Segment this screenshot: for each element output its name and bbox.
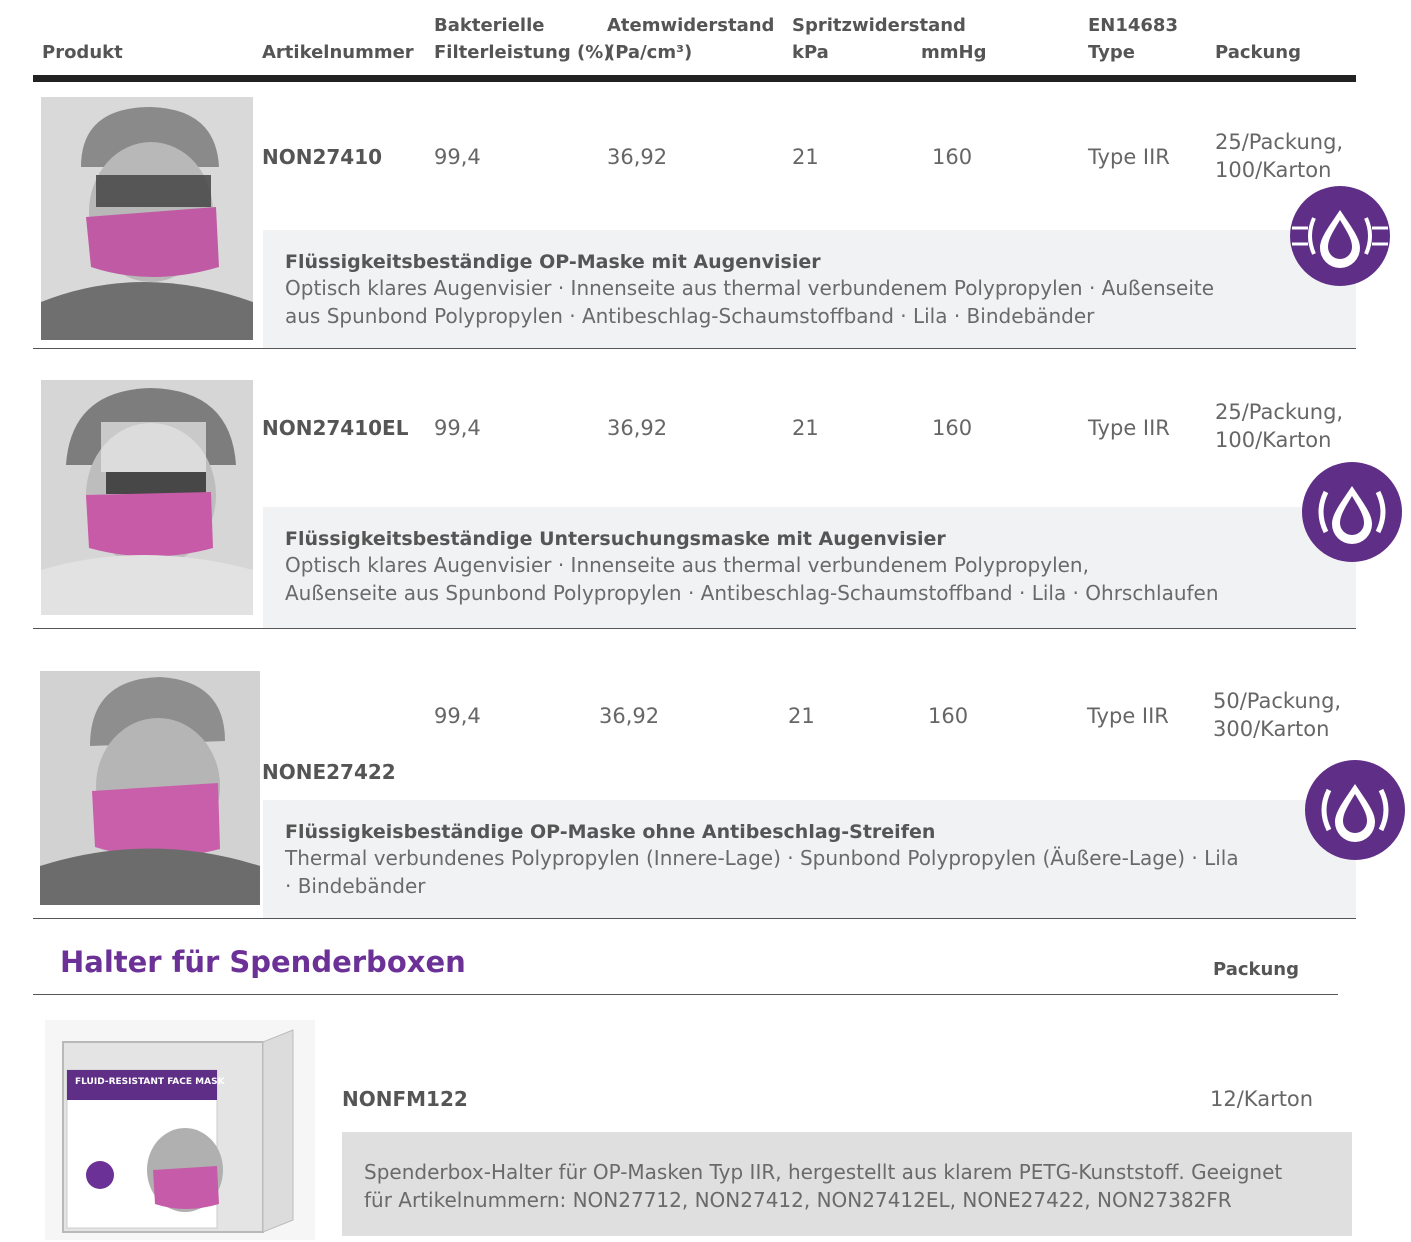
header-en-line2: Type [1088, 42, 1135, 63]
pack-line1: 25/Packung, [1215, 400, 1344, 424]
product-title: Flüssigkeisbeständige OP-Maske ohne Anti… [285, 821, 936, 843]
fluid-resistant-icon [1290, 186, 1390, 286]
pack-value-holder: 12/Karton [1210, 1087, 1314, 1111]
desc-panel-none27422: Flüssigkeisbeständige OP-Maske ohne Anti… [263, 800, 1356, 918]
fluid-resistant-icon [1305, 760, 1405, 860]
bfe-value: 99,4 [434, 416, 481, 440]
pack-line2: 100/Karton [1215, 428, 1332, 452]
kpa-value: 21 [792, 145, 819, 169]
header-produkt: Produkt [42, 42, 123, 63]
header-en14683: EN14683 Type [1088, 15, 1178, 64]
mmhg-value: 160 [932, 145, 973, 169]
kpa-value: 21 [788, 704, 815, 728]
artikel-non27410: NON27410 [262, 145, 383, 169]
artikel-nonfm122: NONFM122 [342, 1087, 468, 1111]
pack-value: 25/Packung, 100/Karton [1215, 128, 1343, 184]
pack-line2: 300/Karton [1213, 717, 1330, 741]
dispenser-holder-photo: FLUID-RESISTANT FACE MASK [45, 1020, 315, 1240]
product-desc-line1: Optisch klares Augenvisier · Innenseite … [285, 276, 1215, 300]
mmhg-value: 160 [928, 704, 969, 728]
pack-value: 25/Packung, 100/Karton [1215, 398, 1343, 454]
product-desc-line2: Außenseite aus Spunbond Polypropylen · A… [285, 581, 1219, 605]
header-atem-line2: (Pa/cm³) [607, 42, 693, 63]
row-divider [33, 628, 1356, 629]
mmhg-value: 160 [932, 416, 973, 440]
product-desc-line1: Thermal verbundenes Polypropylen (Innere… [285, 846, 1239, 870]
header-bakterielle: Bakterielle Filterleistung (%) [434, 15, 611, 64]
header-divider [33, 75, 1356, 82]
row-divider [33, 918, 1356, 919]
bfe-value: 99,4 [434, 145, 481, 169]
product-desc-line2: aus Spunbond Polypropylen · Antibeschlag… [285, 304, 1095, 328]
product-title: Flüssigkeitsbeständige Untersuchungsmask… [285, 528, 946, 550]
header-packung: Packung [1215, 42, 1302, 63]
type-value: Type IIR [1088, 416, 1170, 440]
box-label: FLUID-RESISTANT FACE MASK [75, 1077, 225, 1087]
kpa-value: 21 [792, 416, 819, 440]
type-value: Type IIR [1087, 704, 1169, 728]
pack-line1: 25/Packung, [1215, 130, 1344, 154]
row-divider [33, 348, 1356, 349]
product-photo-non27410el [41, 380, 253, 615]
header-bakterielle-line1: Bakterielle [434, 15, 545, 36]
header-kpa: kPa [792, 42, 829, 63]
product-photo-none27422 [40, 671, 260, 905]
header-atemwiderstand: Atemwiderstand (Pa/cm³) [607, 15, 774, 64]
pack-value: 50/Packung, 300/Karton [1213, 687, 1341, 743]
header-spritzwiderstand: Spritzwiderstand [792, 15, 966, 36]
section-divider [33, 994, 1338, 995]
holder-desc-line1: Spenderbox-Halter für OP-Masken Typ IIR,… [364, 1160, 1283, 1184]
holder-desc-line2: für Artikelnummern: NON27712, NON27412, … [364, 1188, 1232, 1212]
pack-line2: 100/Karton [1215, 158, 1332, 182]
atem-value: 36,92 [607, 416, 668, 440]
header-atem-line1: Atemwiderstand [607, 15, 775, 36]
desc-panel-nonfm122: Spenderbox-Halter für OP-Masken Typ IIR,… [342, 1132, 1352, 1236]
header-packung-halter: Packung [1213, 959, 1300, 980]
pack-line1: 50/Packung, [1213, 689, 1342, 713]
product-desc-line2: · Bindebänder [285, 874, 426, 898]
desc-panel-non27410el: Flüssigkeitsbeständige Untersuchungsmask… [263, 507, 1356, 628]
type-value: Type IIR [1088, 145, 1170, 169]
product-photo-non27410 [41, 97, 253, 340]
bfe-value: 99,4 [434, 704, 481, 728]
atem-value: 36,92 [607, 145, 668, 169]
artikel-non27410el: NON27410EL [262, 416, 409, 440]
header-artikelnummer: Artikelnummer [262, 42, 414, 63]
atem-value: 36,92 [599, 704, 660, 728]
header-mmhg: mmHg [921, 42, 987, 63]
product-title: Flüssigkeitsbeständige OP-Maske mit Auge… [285, 251, 821, 273]
artikel-none27422: NONE27422 [262, 760, 396, 784]
header-bakterielle-line2: Filterleistung (%) [434, 42, 612, 63]
product-desc-line1: Optisch klares Augenvisier · Innenseite … [285, 553, 1089, 577]
section-title-halter: Halter für Spenderboxen [60, 945, 466, 979]
header-en-line1: EN14683 [1088, 15, 1178, 36]
fluid-resistant-icon [1302, 462, 1402, 562]
desc-panel-non27410: Flüssigkeitsbeständige OP-Maske mit Auge… [263, 230, 1356, 348]
